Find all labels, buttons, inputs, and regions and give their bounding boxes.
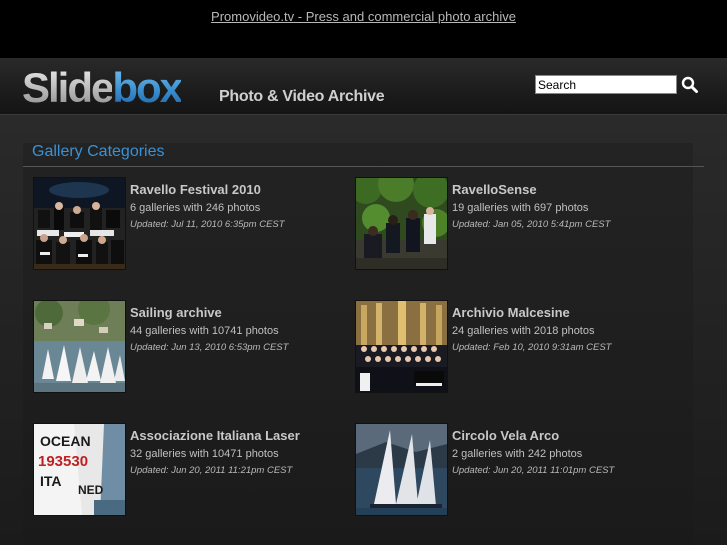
- gallery-thumbnail[interactable]: OCEAN 193530 ITA NED: [33, 423, 126, 516]
- gallery-updated: Updated: Jun 20, 2011 11:01pm CEST: [452, 465, 615, 476]
- laser-sail-text-4: NED: [78, 483, 104, 497]
- laser-sail-text-2: 193530: [38, 453, 88, 470]
- gallery-updated: Updated: Jan 05, 2010 5:41pm CEST: [452, 219, 611, 230]
- gallery-card-circolo-vela-arco[interactable]: Circolo Vela Arco 2 galleries with 242 p…: [355, 423, 685, 518]
- top-bar: Promovideo.tv - Press and commercial pho…: [0, 0, 727, 58]
- laser-sail-text-1: OCEAN: [40, 433, 91, 449]
- section-divider: [23, 166, 704, 167]
- content-area: Gallery Categories Ravello Festival 2010…: [0, 115, 727, 545]
- search-button[interactable]: [681, 76, 699, 94]
- gallery-card-archivio-malcesine[interactable]: Archivio Malcesine 24 galleries with 201…: [355, 300, 685, 395]
- gallery-card-ravellosense[interactable]: RavelloSense 19 galleries with 697 photo…: [355, 177, 685, 272]
- page: Promovideo.tv - Press and commercial pho…: [0, 0, 727, 545]
- gallery-thumbnail[interactable]: [33, 177, 126, 270]
- gallery-count: 6 galleries with 246 photos: [130, 202, 261, 214]
- slidebox-logo[interactable]: Slidebox: [22, 64, 183, 112]
- gallery-count: 32 galleries with 10471 photos: [130, 448, 279, 460]
- gallery-title[interactable]: Circolo Vela Arco: [452, 428, 559, 443]
- search-input[interactable]: [535, 75, 677, 94]
- logo-text-box: box: [112, 64, 183, 111]
- section-title: Gallery Categories: [32, 143, 165, 160]
- gallery-title[interactable]: Associazione Italiana Laser: [130, 428, 300, 443]
- gallery-count: 19 galleries with 697 photos: [452, 202, 589, 214]
- gallery-thumbnail[interactable]: [33, 300, 126, 393]
- gallery-updated: Updated: Jul 11, 2010 6:35pm CEST: [130, 219, 285, 230]
- gallery-updated: Updated: Jun 13, 2010 6:53pm CEST: [130, 342, 289, 353]
- gallery-count: 24 galleries with 2018 photos: [452, 325, 595, 337]
- search-form: [535, 75, 698, 94]
- gallery-updated: Updated: Feb 10, 2010 9:31am CEST: [452, 342, 612, 353]
- gallery-title[interactable]: RavelloSense: [452, 182, 537, 197]
- gallery-title[interactable]: Archivio Malcesine: [452, 305, 570, 320]
- gallery-card-associazione-italiana-laser[interactable]: OCEAN 193530 ITA NED Associazione Italia…: [33, 423, 363, 518]
- gallery-count: 44 galleries with 10741 photos: [130, 325, 279, 337]
- gallery-card-ravello-festival[interactable]: Ravello Festival 2010 6 galleries with 2…: [33, 177, 363, 272]
- gallery-updated: Updated: Jun 20, 2011 11:21pm CEST: [130, 465, 293, 476]
- gallery-count: 2 galleries with 242 photos: [452, 448, 583, 460]
- gallery-thumbnail[interactable]: [355, 177, 448, 270]
- gallery-thumbnail[interactable]: [355, 300, 448, 393]
- gallery-title[interactable]: Ravello Festival 2010: [130, 182, 261, 197]
- laser-sail-text-3: ITA: [40, 473, 62, 489]
- gallery-card-sailing-archive[interactable]: Sailing archive 44 galleries with 10741 …: [33, 300, 363, 395]
- site-header: Slidebox Photo & Video Archive: [0, 58, 727, 115]
- logo-text-slide: Slide: [22, 64, 114, 111]
- gallery-thumbnail[interactable]: [355, 423, 448, 516]
- promovideo-link[interactable]: Promovideo.tv - Press and commercial pho…: [0, 9, 727, 24]
- site-tagline: Photo & Video Archive: [219, 88, 385, 105]
- gallery-title[interactable]: Sailing archive: [130, 305, 222, 320]
- magnifier-icon: [681, 76, 698, 93]
